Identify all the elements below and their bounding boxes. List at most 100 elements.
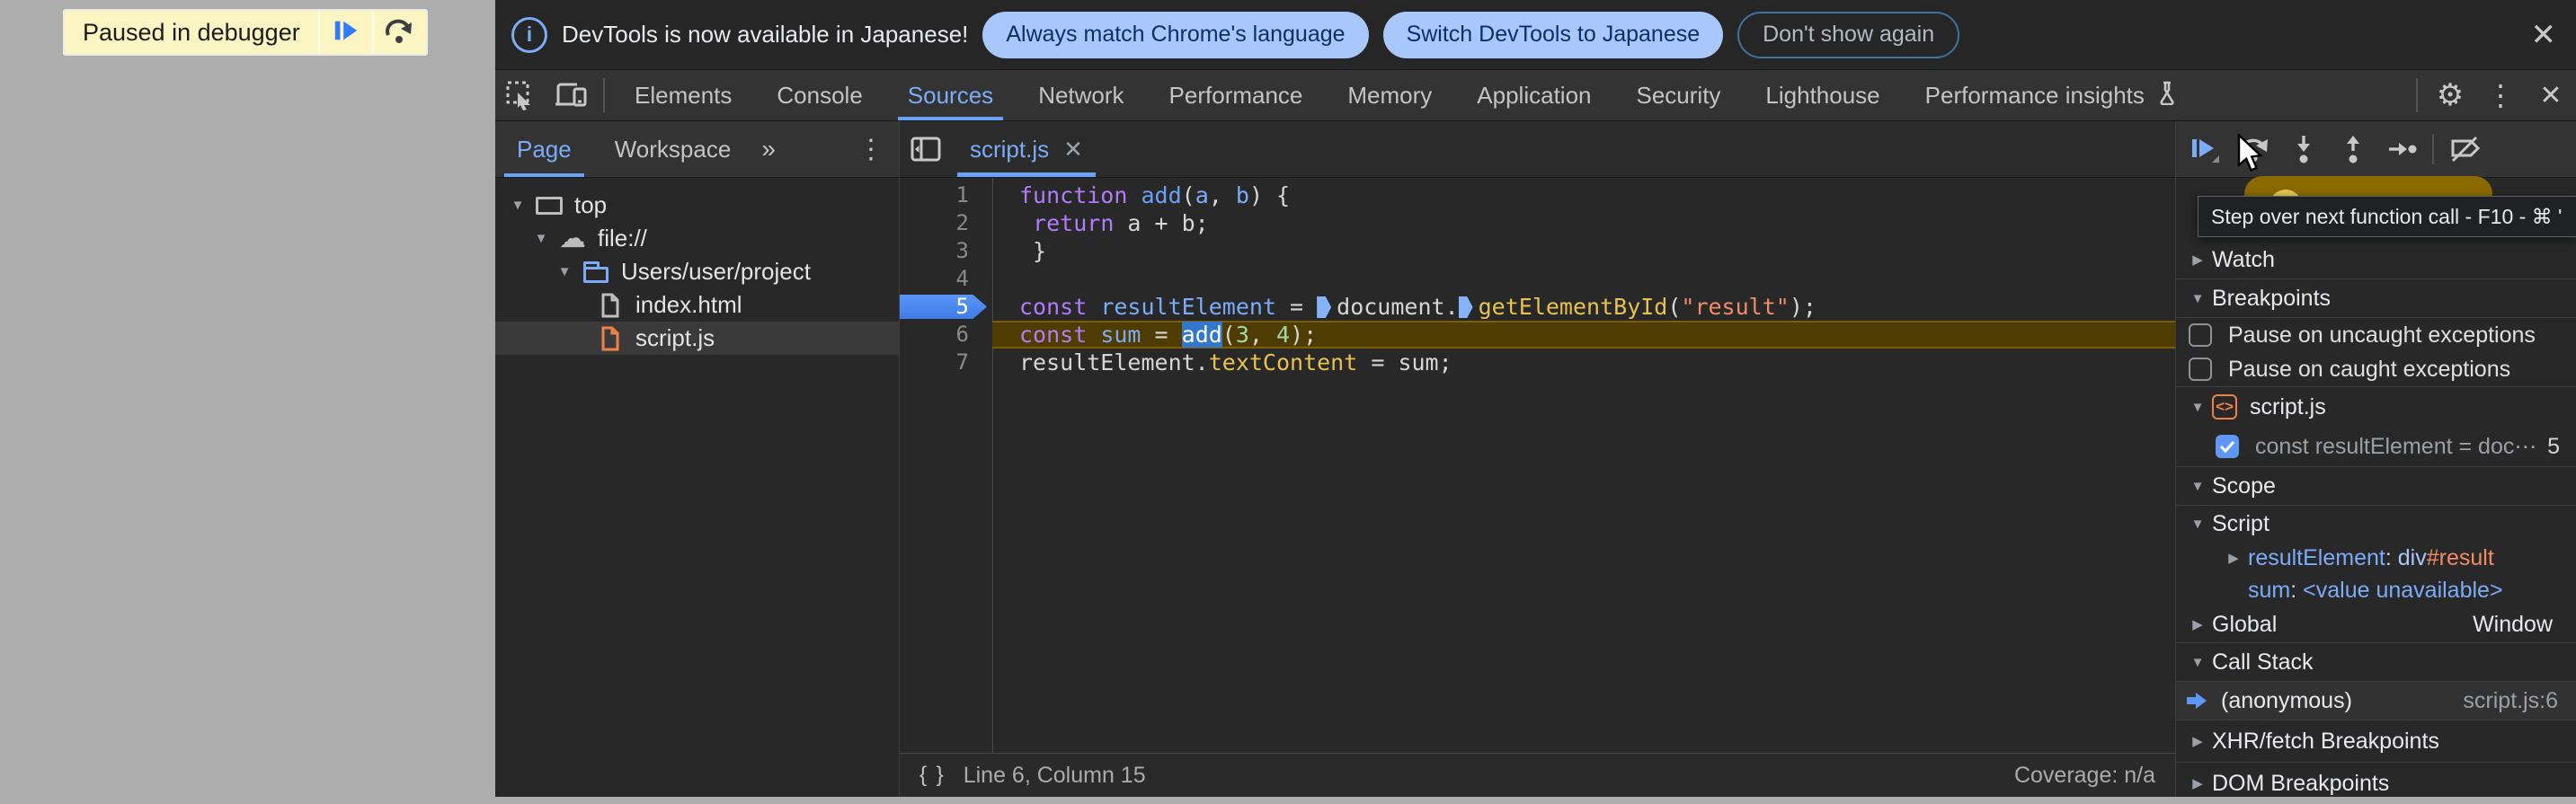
- section-label: Watch: [2212, 247, 2275, 273]
- breakpoint-entry[interactable]: const resultElement = doc⋯ 5: [2176, 427, 2576, 466]
- var-name: sum: [2248, 578, 2290, 604]
- tab-close-icon[interactable]: ✕: [1063, 136, 1083, 163]
- pause-caught-exceptions-row[interactable]: Pause on caught exceptions: [2176, 352, 2576, 386]
- scope-var-resultelement[interactable]: ▶ resultElement: div#result: [2176, 542, 2576, 574]
- inspect-icon[interactable]: [495, 70, 546, 120]
- line-number[interactable]: 7: [900, 349, 992, 376]
- breakpoint-marker[interactable]: 5: [900, 293, 992, 321]
- editor-pane: script.js ✕ 1 function add(a, b) { 2 ret…: [900, 121, 2175, 797]
- active-frame-icon: [2185, 690, 2208, 711]
- pretty-print-icon[interactable]: { }: [919, 763, 946, 788]
- sources-panel: Page Workspace » ⋮ ▼ top ▼ ☁ file:// ▼: [495, 121, 2576, 797]
- tab-security[interactable]: Security: [1614, 70, 1744, 120]
- code-text[interactable]: resultElement.textContent = sum;: [992, 349, 2175, 376]
- tab-memory[interactable]: Memory: [1325, 70, 1454, 120]
- tab-performance[interactable]: Performance: [1147, 70, 1326, 120]
- call-stack-section-header[interactable]: ▼ Call Stack: [2176, 642, 2576, 681]
- code-text[interactable]: function add(a, b) {: [992, 181, 2175, 209]
- section-label: XHR/fetch Breakpoints: [2212, 729, 2439, 755]
- tree-item-file-protocol[interactable]: ▼ ☁ file://: [495, 222, 899, 255]
- tree-item-top[interactable]: ▼ top: [495, 189, 899, 222]
- code-text[interactable]: const sum = add(3, 4);: [992, 321, 2175, 349]
- navigator-pane: Page Workspace » ⋮ ▼ top ▼ ☁ file:// ▼: [495, 121, 900, 797]
- code-text[interactable]: return a + b;: [992, 209, 2175, 237]
- line-number[interactable]: 6: [900, 321, 992, 349]
- code-text[interactable]: }: [992, 237, 2175, 265]
- dom-breakpoints-section-header[interactable]: ▶ DOM Breakpoints: [2176, 762, 2576, 804]
- breakpoints-section-header[interactable]: ▼ Breakpoints: [2176, 278, 2576, 317]
- tree-item-project-folder[interactable]: ▼ Users/user/project: [495, 255, 899, 288]
- tab-application[interactable]: Application: [1454, 70, 1613, 120]
- panel-tabs: Elements Console Sources Network Perform…: [612, 70, 2201, 120]
- chevron-down-icon: ▼: [2183, 291, 2212, 306]
- always-match-language-button[interactable]: Always match Chrome's language: [982, 12, 1368, 58]
- paused-in-debugger-banner: Paused in debugger: [63, 9, 428, 56]
- step-out-button[interactable]: [2328, 125, 2377, 174]
- call-stack-frame[interactable]: (anonymous) script.js:6: [2176, 681, 2576, 720]
- tab-elements[interactable]: Elements: [612, 70, 754, 120]
- navigator-menu-icon[interactable]: ⋮: [843, 134, 899, 165]
- chevron-down-icon: ▼: [2183, 479, 2212, 494]
- line-number[interactable]: 4: [900, 265, 992, 293]
- line-number[interactable]: 3: [900, 237, 992, 265]
- resume-button[interactable]: [2180, 125, 2229, 174]
- kebab-menu-icon[interactable]: ⋮: [2475, 70, 2526, 120]
- step-icon: [2386, 133, 2419, 165]
- deactivate-breakpoints-button[interactable]: [2439, 125, 2489, 174]
- code-text[interactable]: [992, 265, 2175, 293]
- step-over-button-overlay[interactable]: [372, 11, 426, 54]
- switch-devtools-japanese-button[interactable]: Switch DevTools to Japanese: [1383, 12, 1724, 58]
- deactivate-breakpoints-icon: [2447, 134, 2482, 164]
- checkbox-unchecked[interactable]: [2189, 323, 2212, 347]
- checkbox-checked[interactable]: [2216, 435, 2239, 458]
- var-name: resultElement: [2248, 545, 2385, 571]
- navigator-tab-bar: Page Workspace » ⋮: [495, 121, 899, 178]
- scope-section-header[interactable]: ▼ Scope: [2176, 466, 2576, 505]
- chevron-down-icon: ▼: [551, 264, 578, 279]
- editor-tab-script-js[interactable]: script.js ✕: [952, 121, 1101, 177]
- step-button[interactable]: [2377, 125, 2427, 174]
- toolbar-divider: [603, 78, 605, 112]
- checkbox-unchecked[interactable]: [2189, 358, 2212, 381]
- dont-show-again-button[interactable]: Don't show again: [1737, 12, 1959, 58]
- scope-global-row[interactable]: ▶ Global Window: [2176, 606, 2576, 642]
- line-number[interactable]: 2: [900, 209, 992, 237]
- tab-sources[interactable]: Sources: [885, 70, 1016, 120]
- frame-name: (anonymous): [2221, 688, 2352, 714]
- watch-section-header[interactable]: ▶ Watch: [2176, 241, 2576, 278]
- debugger-pane: Step over next function call - F10 - ⌘ '…: [2175, 121, 2576, 797]
- scope-var-sum[interactable]: sum: <value unavailable>: [2176, 574, 2576, 606]
- code-text[interactable]: const resultElement = document.getElemen…: [992, 293, 2175, 321]
- scope-global-label: Global: [2212, 612, 2277, 638]
- more-tabs-icon[interactable]: »: [752, 135, 785, 163]
- toolbar-right-controls: ⚙ ⋮ ✕: [2409, 70, 2576, 120]
- code-line-2: 2 return a + b;: [900, 209, 2175, 237]
- infobar-close-icon[interactable]: ✕: [2511, 17, 2576, 53]
- tree-item-script-js[interactable]: script.js: [495, 322, 899, 355]
- line-number[interactable]: 1: [900, 181, 992, 209]
- tree-item-label: Users/user/project: [621, 258, 811, 286]
- breakpoint-group-script-js[interactable]: ▼ <> script.js: [2176, 386, 2576, 427]
- devtools-close-icon[interactable]: ✕: [2526, 70, 2576, 120]
- tab-page[interactable]: Page: [495, 121, 593, 177]
- tree-item-index-html[interactable]: index.html: [495, 288, 899, 322]
- device-toolbar-icon[interactable]: [546, 70, 596, 120]
- editor-status-bar: { } Line 6, Column 15 Coverage: n/a: [900, 753, 2175, 797]
- scope-script-row[interactable]: ▼ Script: [2176, 505, 2576, 542]
- tab-lighthouse[interactable]: Lighthouse: [1743, 70, 1902, 120]
- script-snippet-icon: <>: [2212, 394, 2237, 420]
- settings-gear-icon[interactable]: ⚙: [2425, 70, 2475, 120]
- resume-script-button[interactable]: [318, 11, 372, 54]
- tab-console[interactable]: Console: [754, 70, 884, 120]
- xhr-breakpoints-section-header[interactable]: ▶ XHR/fetch Breakpoints: [2176, 720, 2576, 762]
- section-label: DOM Breakpoints: [2212, 771, 2389, 797]
- step-into-button[interactable]: [2278, 125, 2328, 174]
- pause-uncaught-exceptions-row[interactable]: Pause on uncaught exceptions: [2176, 317, 2576, 352]
- tab-performance-insights[interactable]: Performance insights: [1903, 70, 2201, 120]
- toggle-navigator-icon[interactable]: [900, 121, 952, 177]
- tab-network[interactable]: Network: [1016, 70, 1146, 120]
- toolbar-divider: [2432, 134, 2434, 164]
- chevron-down-icon: ▼: [504, 198, 531, 213]
- code-editor[interactable]: 1 function add(a, b) { 2 return a + b; 3…: [900, 178, 2175, 753]
- tab-workspace[interactable]: Workspace: [593, 121, 753, 177]
